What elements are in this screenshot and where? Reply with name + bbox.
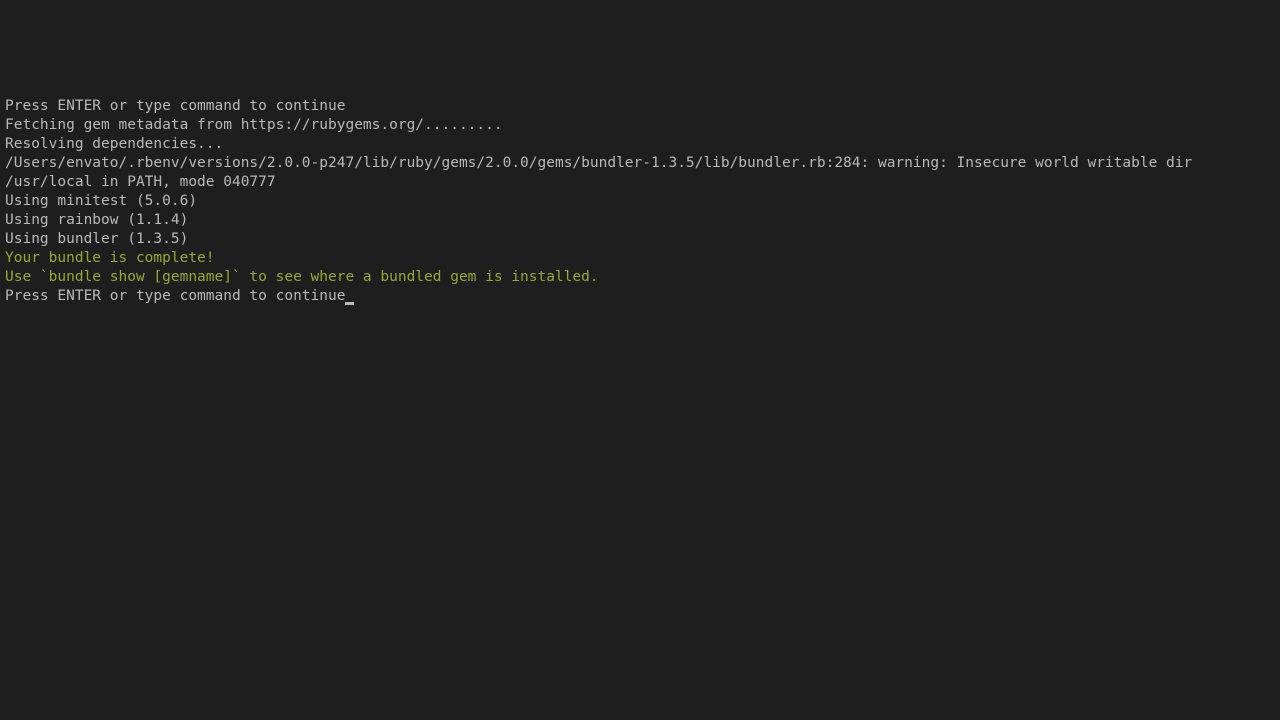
terminal-success-line: Use `bundle show [gemname]` to see where… xyxy=(5,268,1275,287)
terminal-prompt-text: Press ENTER or type command to continue xyxy=(5,288,345,304)
terminal-line: /Users/envato/.rbenv/versions/2.0.0-p247… xyxy=(5,154,1275,192)
terminal-line: Fetching gem metadata from https://rubyg… xyxy=(5,116,1275,135)
terminal-success-line: Your bundle is complete! xyxy=(5,249,1275,268)
terminal-line: Press ENTER or type command to continue xyxy=(5,97,1275,116)
terminal-line: Using rainbow (1.1.4) xyxy=(5,211,1275,230)
terminal-output[interactable]: Press ENTER or type command to continueF… xyxy=(5,97,1275,306)
cursor-icon xyxy=(345,302,354,305)
terminal-line: Resolving dependencies... xyxy=(5,135,1275,154)
terminal-line: Using bundler (1.3.5) xyxy=(5,230,1275,249)
terminal-line: Using minitest (5.0.6) xyxy=(5,192,1275,211)
terminal-prompt-line[interactable]: Press ENTER or type command to continue xyxy=(5,288,354,304)
